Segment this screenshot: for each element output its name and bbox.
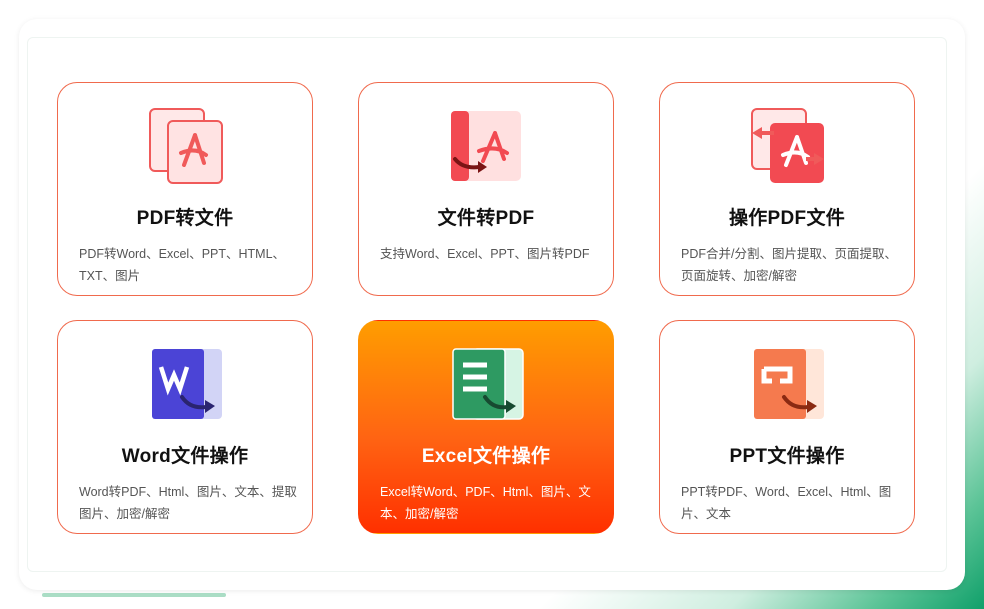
ppt-icon bbox=[754, 349, 824, 419]
card-description: PDF转Word、Excel、PPT、HTML、TXT、图片 bbox=[79, 247, 286, 283]
card-file-to-pdf[interactable]: 文件转PDF 支持Word、Excel、PPT、图片转PDF bbox=[358, 82, 614, 296]
card-title: PPT文件操作 bbox=[729, 446, 845, 467]
pdf-to-file-icon bbox=[149, 108, 223, 184]
scroll-indicator bbox=[42, 593, 226, 597]
card-description: Excel转Word、PDF、Html、图片、文本、加密/解密 bbox=[380, 485, 591, 521]
card-title: PDF转文件 bbox=[136, 208, 234, 229]
card-excel[interactable]: Excel文件操作 Excel转Word、PDF、Html、图片、文本、加密/解… bbox=[358, 320, 614, 534]
card-title: Excel文件操作 bbox=[421, 446, 551, 467]
card-word[interactable]: Word文件操作 Word转PDF、Html、图片、文本、提取图片、加密/解密 bbox=[57, 320, 313, 534]
card-title: Word文件操作 bbox=[121, 446, 249, 467]
word-icon bbox=[152, 349, 222, 419]
card-ppt[interactable]: PPT文件操作 PPT转PDF、Word、Excel、Html、图片、文本 bbox=[659, 320, 915, 534]
card-operate-pdf[interactable]: 操作PDF文件 PDF合并/分割、图片提取、页面提取、页面旋转、加密/解密 bbox=[659, 82, 915, 296]
card-description: Word转PDF、Html、图片、文本、提取图片、加密/解密 bbox=[79, 485, 297, 521]
card-title: 文件转PDF bbox=[437, 208, 535, 229]
card-description: PDF合并/分割、图片提取、页面提取、页面旋转、加密/解密 bbox=[681, 247, 897, 283]
excel-icon bbox=[452, 348, 524, 420]
card-title: 操作PDF文件 bbox=[728, 208, 846, 229]
card-description: PPT转PDF、Word、Excel、Html、图片、文本 bbox=[681, 485, 892, 521]
file-to-pdf-icon bbox=[451, 111, 521, 181]
card-pdf-to-file[interactable]: PDF转文件 PDF转Word、Excel、PPT、HTML、TXT、图片 bbox=[57, 82, 313, 296]
pdf-operate-icon bbox=[751, 108, 824, 183]
card-description: 支持Word、Excel、PPT、图片转PDF bbox=[380, 247, 590, 261]
